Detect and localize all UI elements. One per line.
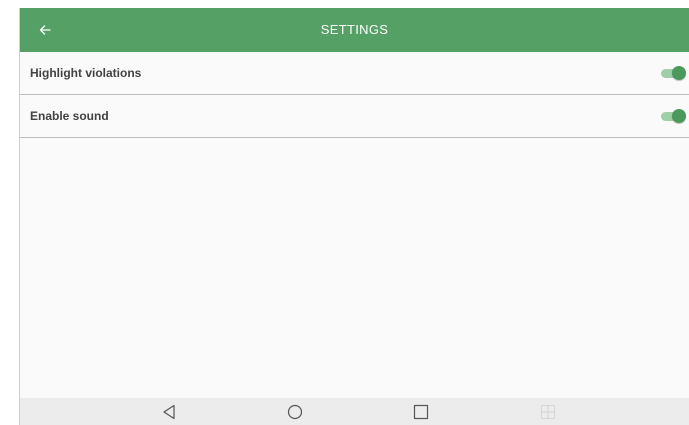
system-nav-bar (20, 398, 689, 425)
home-circle-icon (287, 404, 303, 420)
setting-row-enable-sound: Enable sound (20, 95, 689, 138)
back-triangle-icon (163, 404, 175, 420)
enable-sound-toggle[interactable] (661, 109, 686, 123)
nav-split-screen-button[interactable] (537, 401, 559, 423)
highlight-violations-toggle[interactable] (661, 66, 686, 80)
page-title: SETTINGS (320, 22, 389, 37)
setting-label: Enable sound (30, 109, 109, 123)
toggle-thumb (672, 66, 686, 80)
settings-list: Highlight violations Enable sound (20, 52, 689, 138)
split-screen-icon (541, 405, 555, 419)
toggle-thumb (672, 109, 686, 123)
nav-recents-button[interactable] (410, 401, 432, 423)
device-screen: SETTINGS Highlight violations Enable sou… (19, 8, 689, 425)
app-bar: SETTINGS (20, 8, 689, 52)
recents-square-icon (413, 404, 429, 420)
setting-label: Highlight violations (30, 66, 142, 80)
nav-back-button[interactable] (158, 401, 180, 423)
setting-row-highlight-violations: Highlight violations (20, 52, 689, 95)
nav-home-button[interactable] (284, 401, 306, 423)
